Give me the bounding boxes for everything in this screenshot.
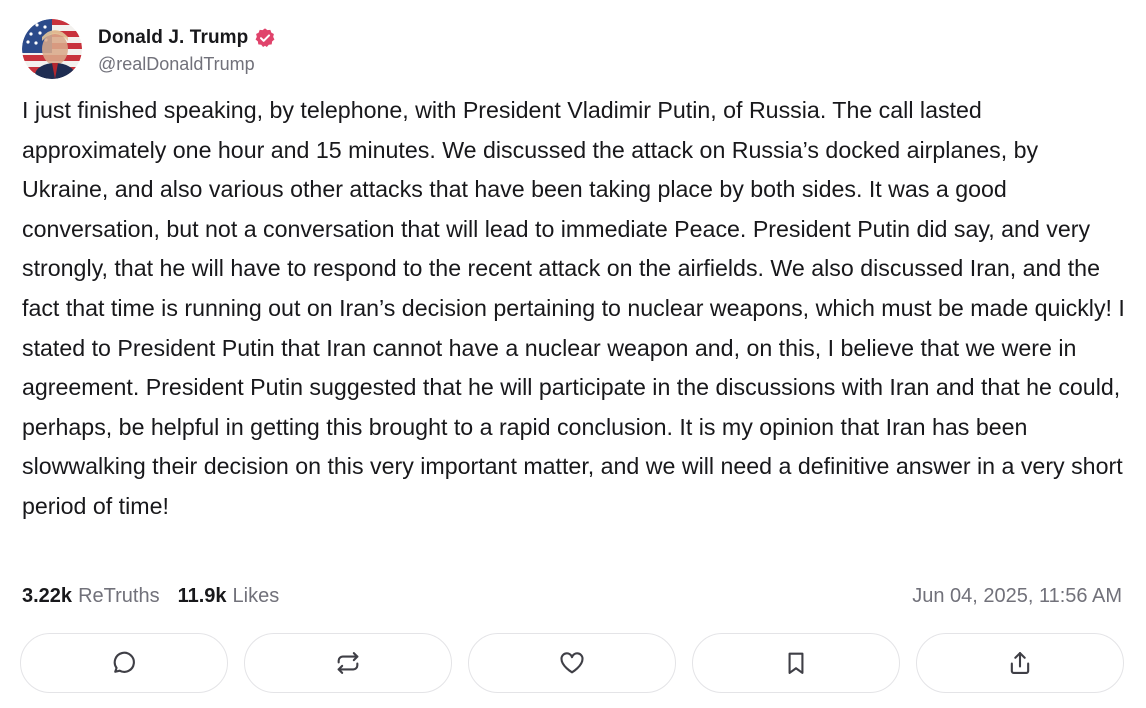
display-name[interactable]: Donald J. Trump	[98, 27, 248, 49]
post-body: I just finished speaking, by telephone, …	[22, 97, 1125, 519]
comment-icon	[113, 651, 135, 673]
heart-icon	[560, 652, 584, 674]
avatar[interactable]	[22, 19, 82, 79]
post-header: Donald J. Trump @realDonaldTrump	[22, 18, 276, 80]
verified-badge-icon	[255, 27, 275, 47]
retruth-button[interactable]	[244, 633, 452, 693]
action-bar	[20, 633, 1124, 695]
share-icon	[1010, 652, 1030, 674]
like-button[interactable]	[468, 633, 676, 693]
post-timestamp: Jun 04, 2025, 11:56 AM	[912, 584, 1122, 607]
likes-label: Likes	[232, 584, 280, 607]
repost-icon	[337, 652, 359, 674]
retruths-stat[interactable]: 3.22k ReTruths	[22, 585, 160, 608]
user-handle[interactable]: @realDonaldTrump	[98, 54, 276, 75]
likes-stat[interactable]: 11.9k Likes	[178, 585, 280, 608]
retruths-label: ReTruths	[78, 584, 160, 607]
bookmark-button[interactable]	[692, 633, 900, 693]
author-info: Donald J. Trump @realDonaldTrump	[98, 24, 276, 75]
share-button[interactable]	[916, 633, 1124, 693]
name-row: Donald J. Trump	[98, 24, 276, 52]
bookmark-icon	[788, 652, 804, 674]
truth-post: Donald J. Trump @realDonaldTrump I just …	[0, 0, 1146, 708]
likes-count: 11.9k	[177, 584, 227, 607]
retruths-count: 3.22k	[22, 584, 73, 607]
post-stats: 3.22k ReTruths 11.9k Likes Jun 04, 2025,…	[22, 582, 1122, 610]
reply-button[interactable]	[20, 633, 228, 693]
